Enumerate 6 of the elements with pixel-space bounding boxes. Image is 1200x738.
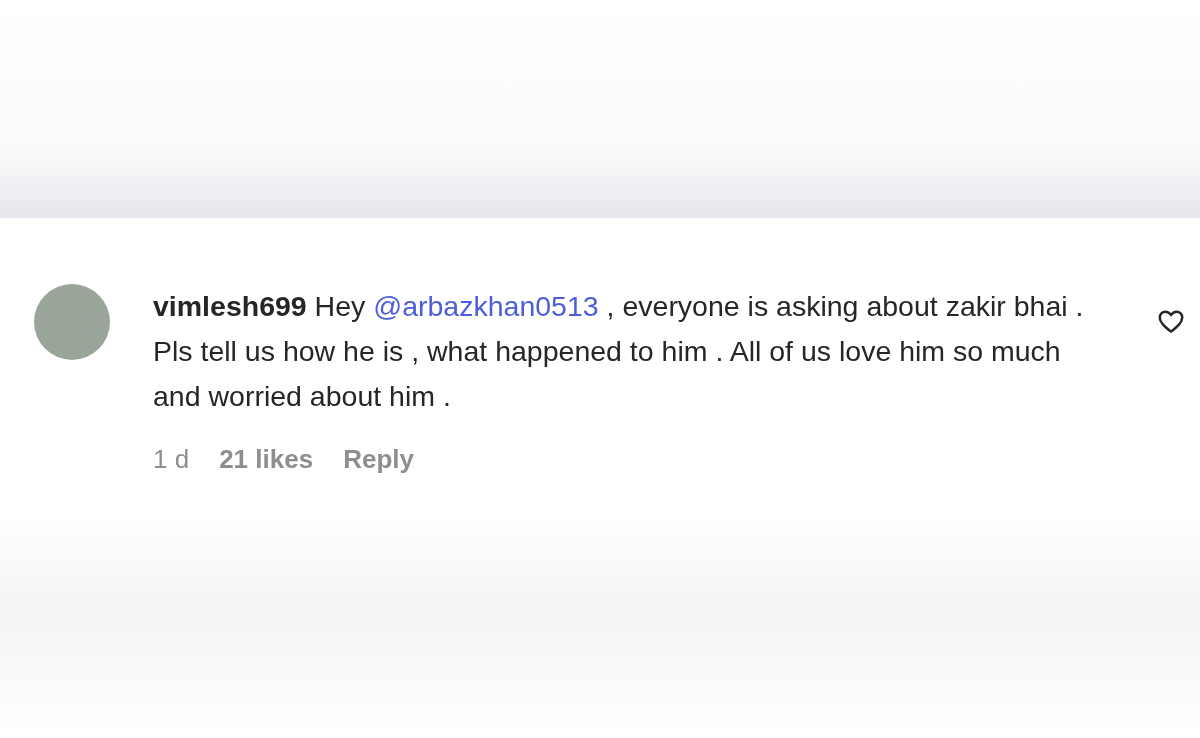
- mention-link[interactable]: @arbazkhan0513: [373, 290, 599, 322]
- comment-text: vimlesh699 Hey @arbazkhan0513 , everyone is asking about zakir bhai . Pls tell us how he is , what happened to him . All of us love him so much and worried about him .: [153, 289, 1085, 414]
- username-link[interactable]: vimlesh699: [153, 290, 307, 322]
- reply-button[interactable]: Reply: [343, 444, 414, 475]
- comment-time: 1 d: [153, 444, 190, 475]
- likes-count[interactable]: 21 likes: [219, 444, 314, 475]
